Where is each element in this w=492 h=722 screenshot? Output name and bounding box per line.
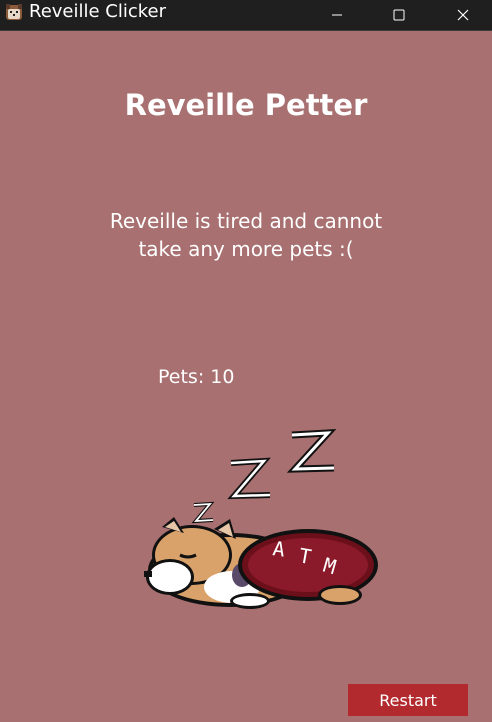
sleeping-dog-image: A T M bbox=[144, 429, 378, 609]
maximize-button[interactable] bbox=[376, 0, 422, 30]
maximize-icon bbox=[393, 9, 405, 21]
close-icon bbox=[457, 9, 469, 21]
status-message: Reveille is tired and cannot take any mo… bbox=[109, 209, 383, 261]
window-title: Reveille Clicker bbox=[29, 1, 167, 22]
app-window: Reveille Clicker Reveille Petter Reveill… bbox=[0, 0, 492, 722]
page-title: Reveille Petter bbox=[124, 88, 368, 122]
restart-button[interactable]: Restart bbox=[348, 684, 468, 716]
title-bar[interactable]: Reveille Clicker bbox=[0, 0, 492, 31]
minimize-button[interactable] bbox=[314, 0, 360, 30]
pets-counter: Pets: 10 bbox=[158, 366, 235, 388]
minimize-icon bbox=[332, 14, 342, 16]
dog-face-icon bbox=[6, 4, 22, 20]
close-button[interactable] bbox=[440, 0, 486, 30]
